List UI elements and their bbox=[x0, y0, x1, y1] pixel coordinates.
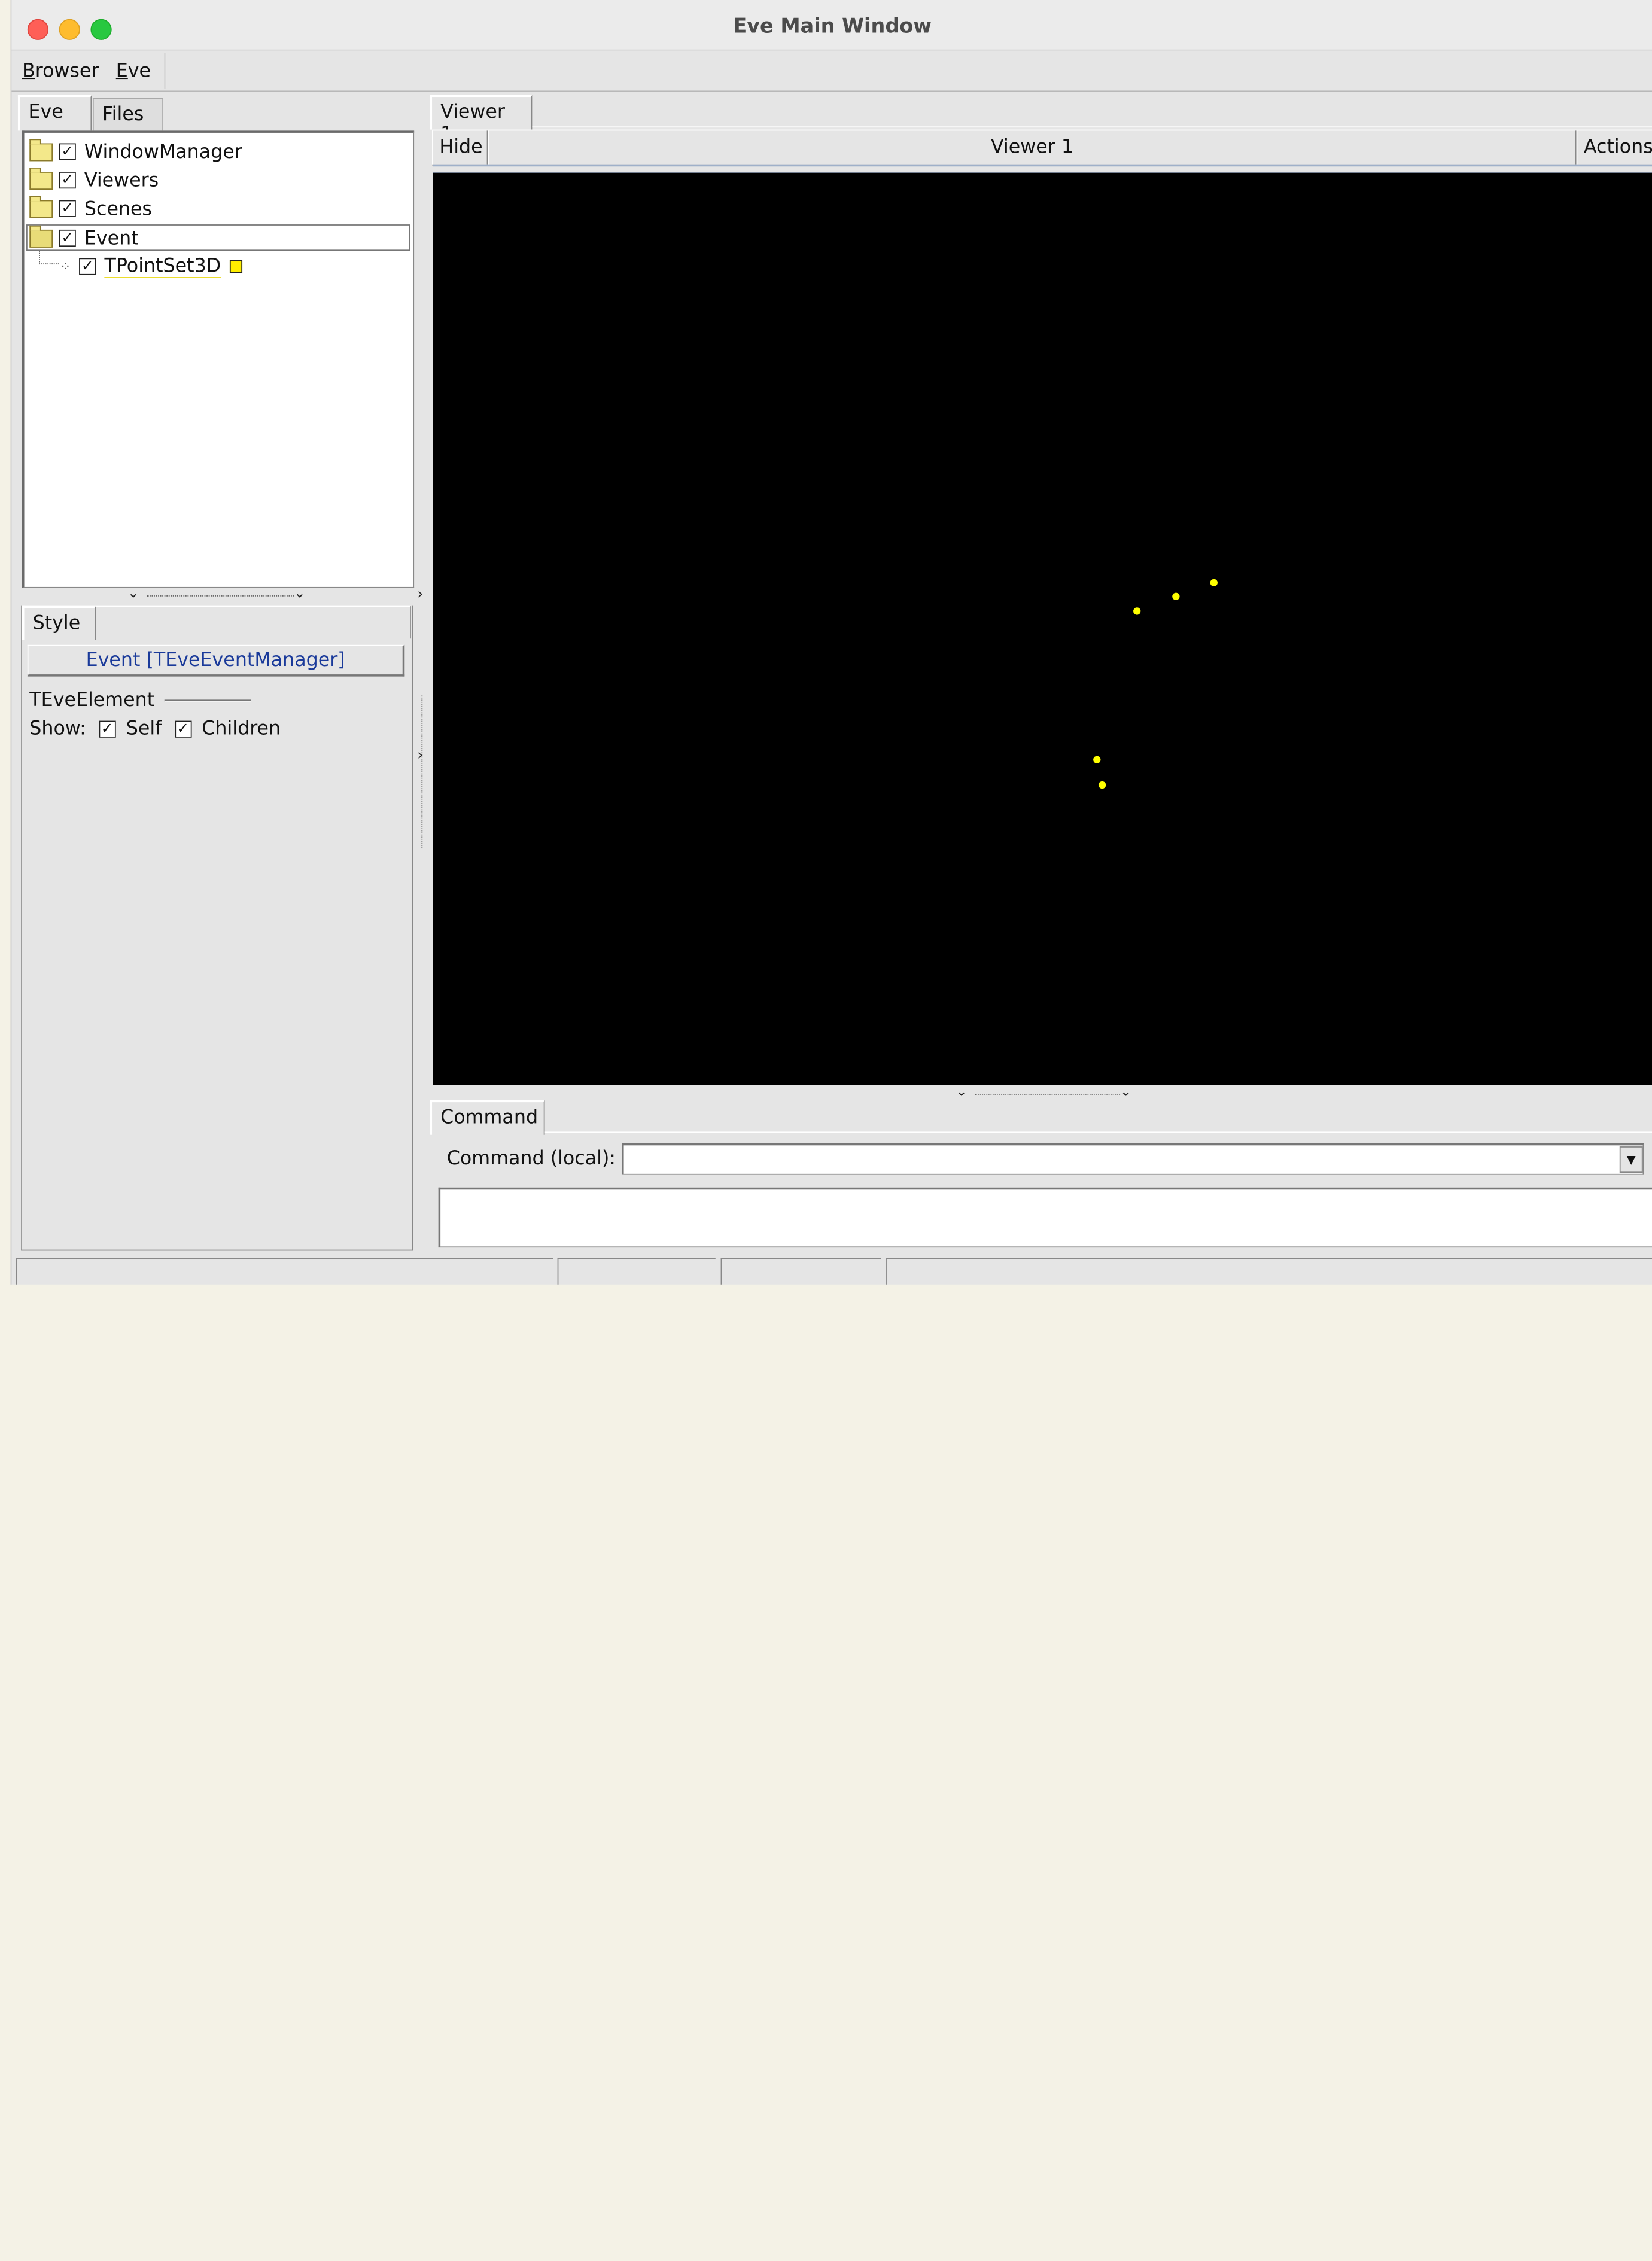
menu-browser[interactable]: Browser bbox=[22, 60, 99, 82]
menu-eve-mnemonic: E bbox=[115, 60, 128, 83]
folder-open-icon bbox=[29, 224, 53, 247]
chevron-down-icon: ▼ bbox=[1626, 1152, 1636, 1167]
tree-item-label: TPointSet3D bbox=[104, 255, 221, 278]
style-tab-strip bbox=[96, 605, 411, 639]
point-marker bbox=[1172, 592, 1180, 600]
command-output[interactable] bbox=[438, 1187, 1652, 1248]
command-history-dropdown[interactable]: ▼ bbox=[1619, 1146, 1643, 1173]
folder-icon bbox=[29, 167, 53, 190]
tree-style-splitter[interactable]: ⌄ ⌄ bbox=[127, 586, 317, 601]
self-label: Self bbox=[126, 717, 162, 740]
tree-item-label: WindowManager bbox=[84, 141, 242, 163]
tab-viewer-1[interactable]: Viewer 1 bbox=[430, 95, 533, 145]
show-label: Show: bbox=[29, 717, 86, 740]
menu-browser-mnemonic: B bbox=[22, 60, 35, 83]
teveelement-group-label: TEveElement bbox=[29, 689, 155, 711]
menu-bar: Browser Eve bbox=[11, 50, 1652, 92]
tab-files-label: Files bbox=[102, 103, 144, 126]
children-label: Children bbox=[202, 717, 281, 740]
splitter-grip bbox=[146, 595, 294, 597]
folder-icon bbox=[29, 138, 53, 161]
window-title: Eve Main Window bbox=[733, 14, 932, 38]
tab-files[interactable]: Files bbox=[92, 98, 163, 131]
tree-connector bbox=[39, 251, 59, 265]
splitter-grip bbox=[421, 695, 423, 848]
viewer-separator bbox=[433, 164, 1652, 173]
tree-item-checkbox[interactable]: ✓ bbox=[59, 143, 76, 160]
tab-eve-label: Eve bbox=[28, 101, 63, 124]
chevron-right-icon: › bbox=[417, 747, 424, 764]
command-row: Command (local): ▼ bbox=[432, 1135, 1652, 1186]
point-marker bbox=[1098, 781, 1106, 789]
show-row: Show: ✓ Self ✓ Children bbox=[29, 717, 281, 740]
title-bar[interactable]: Eve Main Window bbox=[11, 0, 1652, 51]
menu-separator bbox=[164, 53, 167, 89]
status-cell bbox=[720, 1258, 881, 1285]
status-cell bbox=[886, 1258, 1652, 1285]
tree-item-checkbox[interactable]: ✓ bbox=[79, 258, 96, 275]
actions-button[interactable]: Actions bbox=[1576, 130, 1652, 165]
tree-item-checkbox[interactable]: ✓ bbox=[59, 200, 76, 217]
tree-item-windowmanager[interactable]: ✓ WindowManager bbox=[29, 138, 242, 166]
folder-icon bbox=[29, 195, 53, 218]
status-cell bbox=[16, 1258, 553, 1285]
command-tab-baseline bbox=[544, 1131, 1652, 1133]
chevron-right-icon: › bbox=[417, 586, 424, 603]
viewer-tab-baseline bbox=[532, 126, 1652, 128]
tree-item-label: Event bbox=[84, 227, 139, 249]
command-input[interactable] bbox=[622, 1143, 1644, 1175]
chevron-down-icon: ⌄ bbox=[956, 1084, 968, 1100]
gl-viewer-canvas[interactable] bbox=[433, 172, 1652, 1085]
viewer-header: Hide Viewer 1 Actions bbox=[432, 129, 1652, 166]
group-divider bbox=[164, 699, 251, 702]
vertical-splitter[interactable]: › › bbox=[415, 95, 430, 1253]
chevron-down-icon: ⌄ bbox=[1120, 1084, 1132, 1100]
viewer-command-splitter[interactable]: ⌄ ⌄ bbox=[956, 1084, 1145, 1100]
children-checkbox[interactable]: ✓ bbox=[174, 720, 191, 737]
point-marker bbox=[1210, 579, 1218, 587]
tree-item-scenes[interactable]: ✓ Scenes bbox=[29, 195, 152, 223]
self-checkbox[interactable]: ✓ bbox=[98, 720, 116, 737]
viewer-title: Viewer 1 bbox=[488, 130, 1577, 165]
menu-browser-label: rowser bbox=[35, 60, 99, 83]
tab-style-label: Style bbox=[32, 612, 81, 635]
tree-item-label: Scenes bbox=[84, 197, 153, 220]
tab-eve[interactable]: Eve bbox=[17, 95, 92, 131]
status-cell bbox=[557, 1258, 716, 1285]
tree-item-label: Viewers bbox=[84, 169, 159, 191]
status-bar bbox=[16, 1256, 1652, 1285]
pointset-icon: ⁘ bbox=[60, 259, 71, 274]
tree-item-tpointset3d[interactable]: ⁘ ✓ TPointSet3D bbox=[60, 253, 242, 281]
chevron-down-icon: ⌄ bbox=[127, 586, 139, 602]
point-marker bbox=[1093, 756, 1101, 763]
chevron-down-icon: ⌄ bbox=[294, 586, 306, 602]
point-marker bbox=[1133, 607, 1141, 615]
tree-item-checkbox[interactable]: ✓ bbox=[59, 229, 76, 247]
element-tree[interactable]: ✓ WindowManager ✓ Viewers ✓ Scenes ✓ Eve… bbox=[22, 130, 415, 588]
tab-command[interactable]: Command bbox=[430, 1100, 545, 1135]
hide-button[interactable]: Hide bbox=[432, 130, 488, 165]
main-window: Eve Main Window Browser Eve Eve Files ✓ … bbox=[10, 0, 1652, 1285]
tree-item-viewers[interactable]: ✓ Viewers bbox=[29, 166, 159, 194]
color-swatch bbox=[229, 260, 242, 273]
element-name-button[interactable]: Event [TEveEventManager] bbox=[27, 644, 405, 677]
menu-eve-label: ve bbox=[127, 60, 151, 83]
tab-command-label: Command bbox=[440, 1106, 539, 1129]
tree-item-checkbox[interactable]: ✓ bbox=[59, 172, 76, 189]
command-label: Command (local): bbox=[446, 1147, 616, 1170]
splitter-grip bbox=[975, 1094, 1121, 1095]
tree-item-event[interactable]: ✓ Event bbox=[29, 224, 139, 252]
tab-style[interactable]: Style bbox=[22, 605, 96, 640]
menu-eve[interactable]: Eve bbox=[116, 60, 151, 82]
